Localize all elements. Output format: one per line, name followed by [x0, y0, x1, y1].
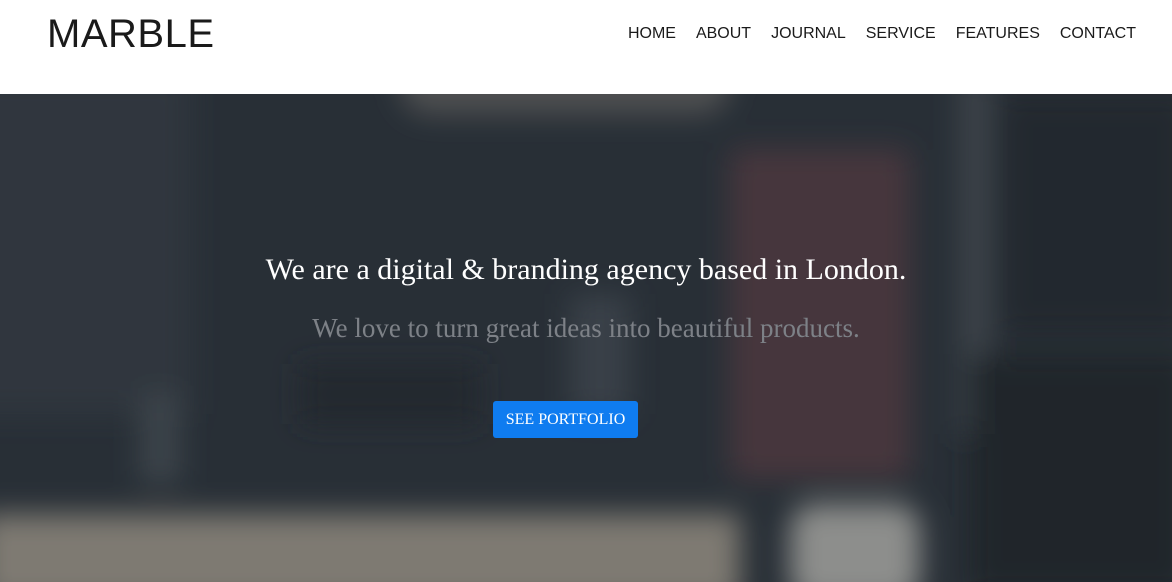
nav-item-service[interactable]: SERVICE [856, 22, 946, 46]
nav-item-home[interactable]: HOME [618, 22, 686, 46]
see-portfolio-button[interactable]: SEE PORTFOLIO [493, 401, 638, 438]
site-logo[interactable]: MARBLE [47, 12, 215, 56]
nav-item-features[interactable]: FEATURES [946, 22, 1050, 46]
hero-headline: We are a digital & branding agency based… [265, 253, 907, 286]
main-nav: HOME ABOUT JOURNAL SERVICE FEATURES CONT… [618, 22, 1146, 46]
hero-section: We are a digital & branding agency based… [0, 94, 1172, 582]
nav-item-contact[interactable]: CONTACT [1050, 22, 1146, 46]
hero-subline: We love to turn great ideas into beautif… [312, 313, 860, 343]
nav-item-about[interactable]: ABOUT [686, 22, 761, 46]
nav-item-journal[interactable]: JOURNAL [761, 22, 856, 46]
site-header: MARBLE HOME ABOUT JOURNAL SERVICE FEATUR… [0, 0, 1172, 94]
